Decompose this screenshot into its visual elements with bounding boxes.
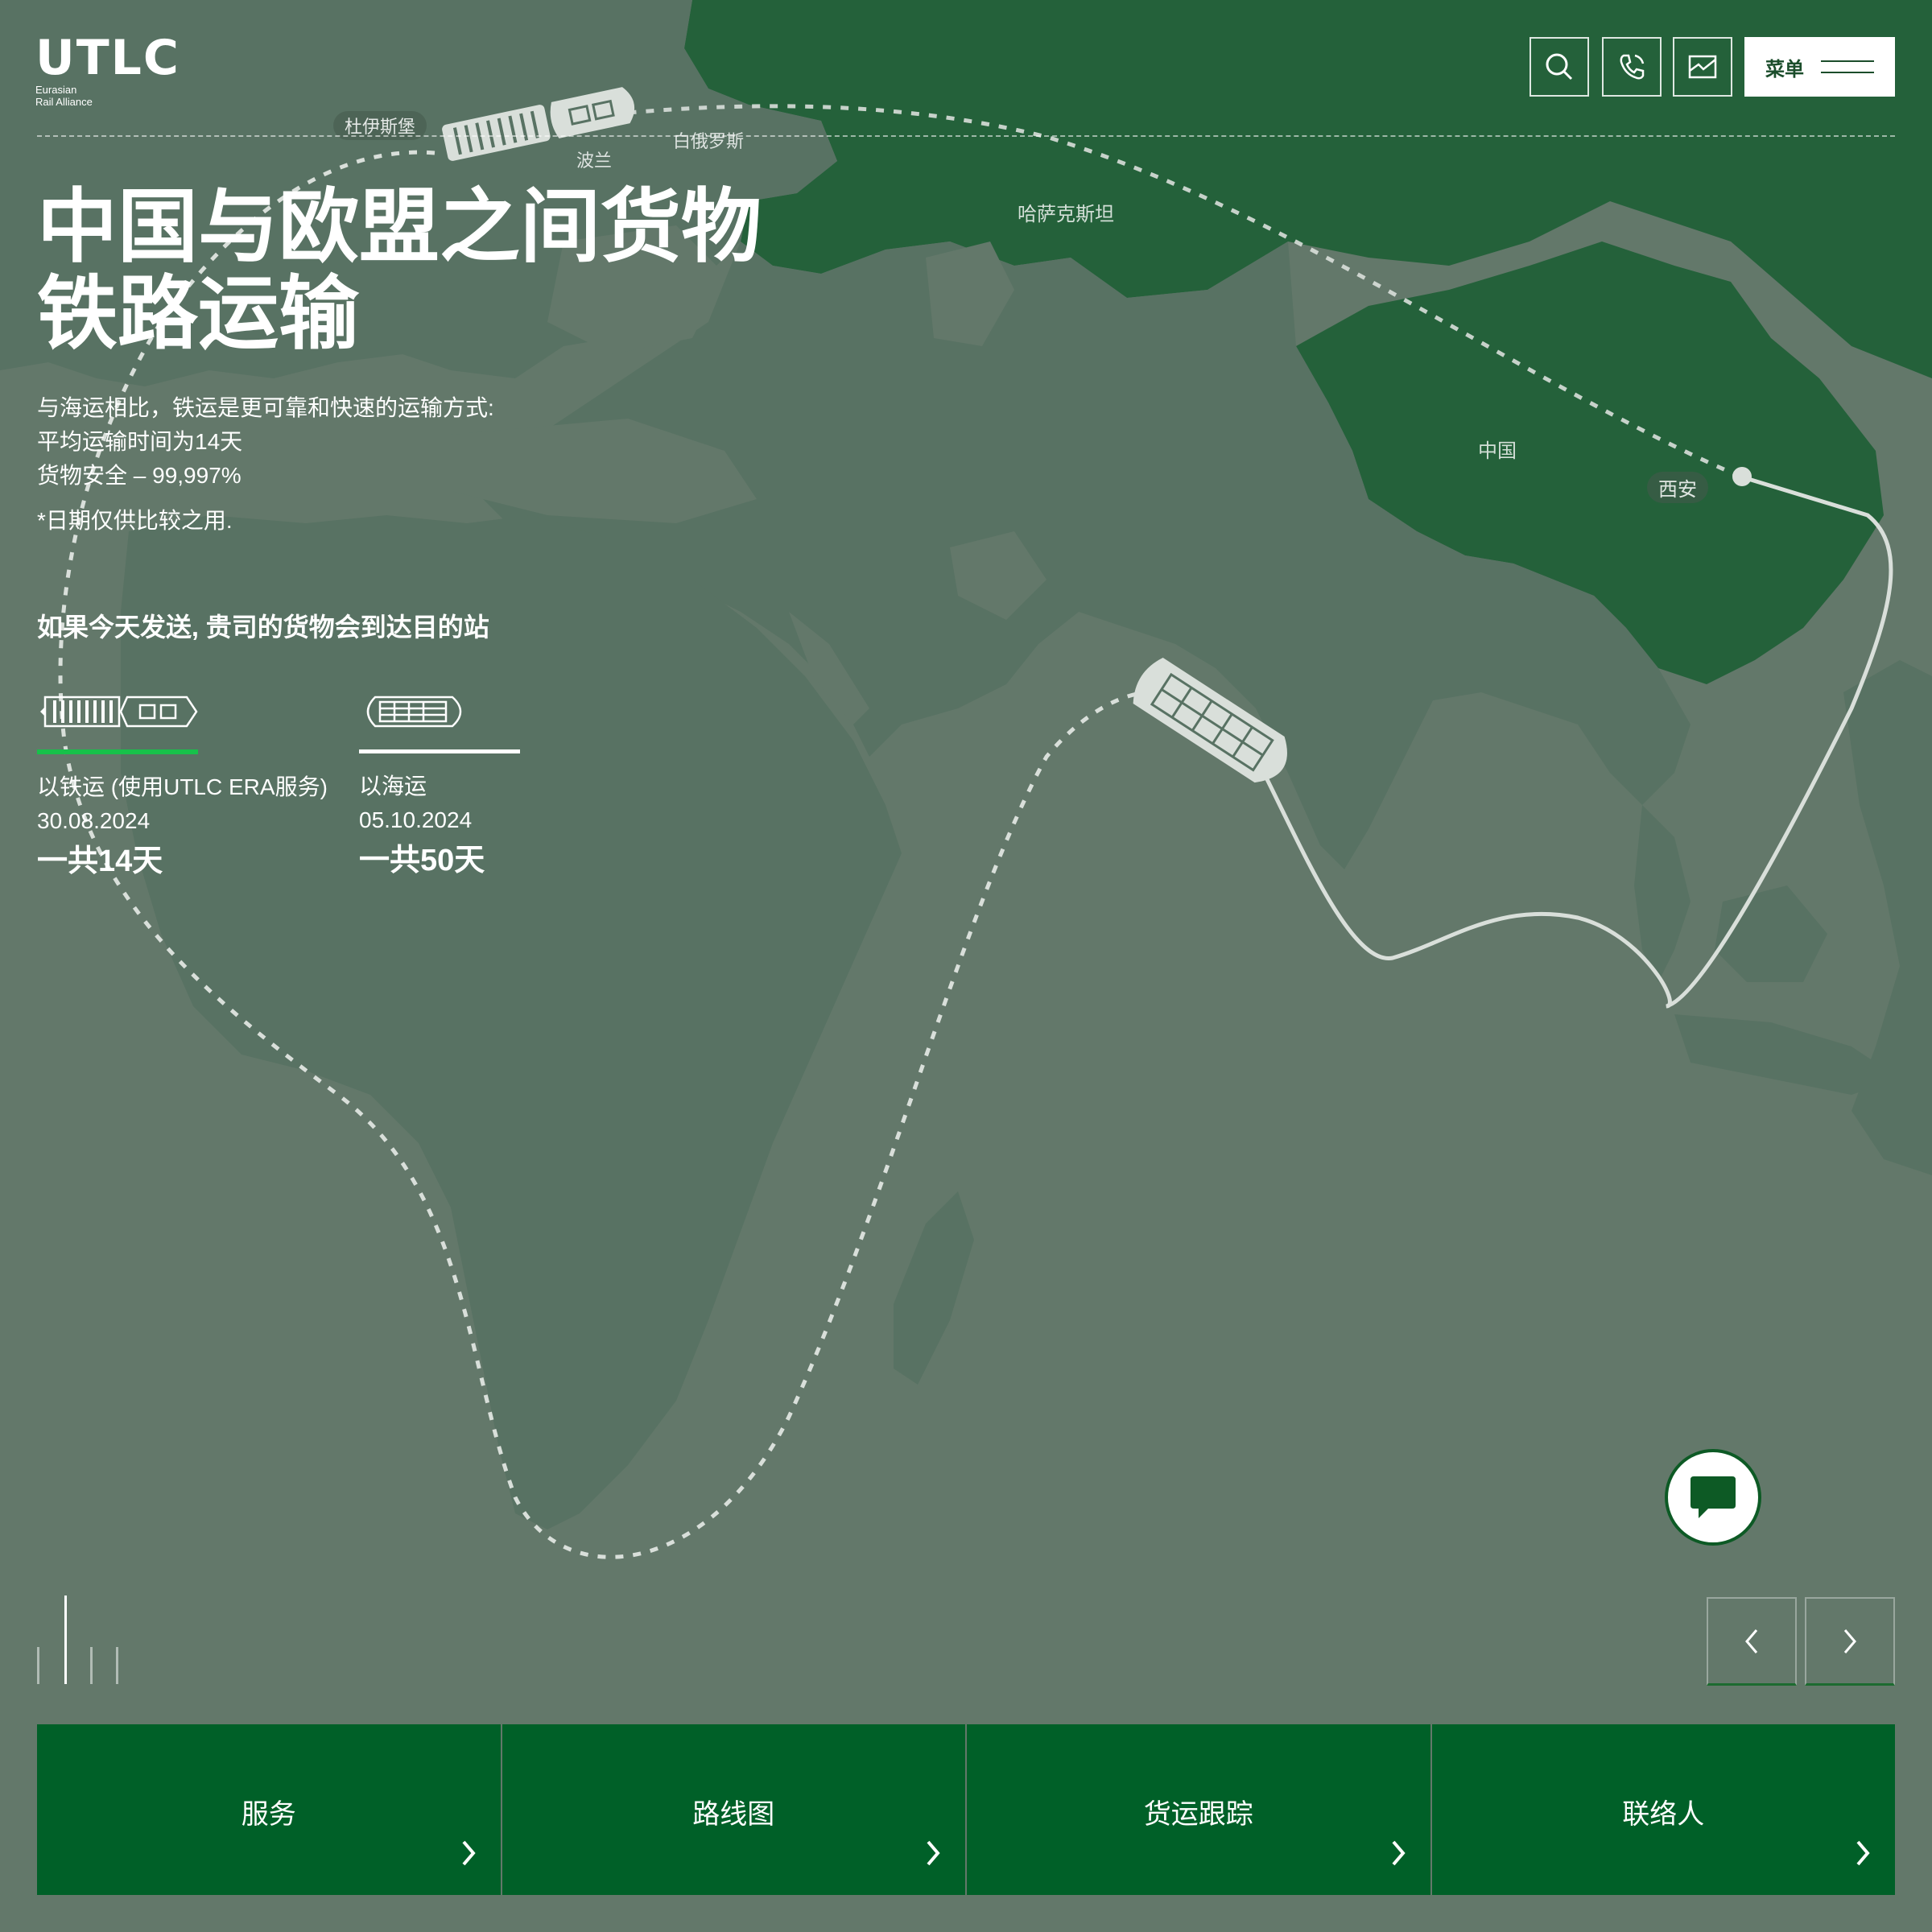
- rail-mode-date: 30.08.2024: [37, 808, 151, 833]
- map-label-xian: 西安: [1647, 472, 1708, 503]
- map-label-kazakhstan: 哈萨克斯坦: [1018, 204, 1114, 225]
- chat-icon: [1690, 1476, 1736, 1518]
- tile-label: 联络人: [1622, 1799, 1705, 1830]
- sea-progress-bar: [359, 749, 520, 753]
- slide-indicators: [37, 1596, 126, 1684]
- map-label-belarus: 白俄罗斯: [673, 131, 745, 151]
- next-slide-button[interactable]: [1805, 1597, 1895, 1686]
- search-button[interactable]: [1530, 37, 1589, 97]
- title-line-2: 铁路运输: [37, 269, 359, 359]
- title-line-1: 中国与欧盟之间货物: [37, 182, 762, 272]
- map-label-china: 中国: [1478, 440, 1517, 462]
- hero-desc-line-3: 货物安全 – 99,997%: [37, 463, 242, 488]
- slide-indicator[interactable]: [116, 1647, 118, 1684]
- tile-contacts[interactable]: 联络人: [1431, 1724, 1895, 1895]
- hero-desc-line-1: 与海运相比，铁运是更可靠和快速的运输方式:: [37, 395, 494, 420]
- rail-mode-total: 一共14天: [37, 844, 163, 878]
- sea-mode-label: 以海运: [359, 774, 427, 799]
- hero-description: 与海运相比，铁运是更可靠和快速的运输方式: 平均运输时间为14天 货物安全 – …: [37, 391, 494, 493]
- comparison-title: 如果今天发送, 贵司的货物会到达目的站: [37, 613, 489, 642]
- slide-indicator[interactable]: [90, 1647, 93, 1684]
- tile-route-map[interactable]: 路线图: [502, 1724, 965, 1895]
- chevron-right-icon: [1843, 1629, 1856, 1653]
- prev-slide-button[interactable]: [1707, 1597, 1797, 1686]
- quick-links: 服务 路线图 货运跟踪 联络人: [37, 1724, 1895, 1895]
- chevron-right-icon: [1856, 1840, 1870, 1866]
- chat-button[interactable]: [1665, 1449, 1761, 1546]
- rail-mode: 以铁运 (使用UTLC ERA服务) 30.08.2024 一共14天: [37, 692, 343, 881]
- hero-note: *日期仅供比较之用.: [37, 508, 233, 533]
- tile-services[interactable]: 服务: [37, 1724, 501, 1895]
- logo-subtitle-line2: Rail Alliance: [35, 96, 93, 108]
- tile-label: 服务: [241, 1799, 296, 1830]
- hamburger-icon: [1821, 60, 1874, 73]
- chevron-right-icon: [461, 1840, 476, 1866]
- ship-icon: [366, 696, 462, 728]
- chevron-right-icon: [1391, 1840, 1406, 1866]
- menu-button[interactable]: 菜单: [1744, 37, 1895, 97]
- logo-mark: UTLC: [35, 30, 180, 86]
- search-icon: [1546, 53, 1573, 80]
- phone-button[interactable]: [1602, 37, 1662, 97]
- phone-icon: [1620, 54, 1645, 80]
- chevron-left-icon: [1745, 1629, 1758, 1653]
- tile-cargo-tracking[interactable]: 货运跟踪: [967, 1724, 1430, 1895]
- xian-dot: [1732, 467, 1752, 486]
- chevron-right-icon: [927, 1840, 940, 1866]
- sea-mode-total: 一共50天: [359, 844, 485, 877]
- slide-indicator[interactable]: [64, 1596, 67, 1684]
- rail-progress-bar: [37, 749, 198, 754]
- header-divider: [37, 135, 1895, 137]
- rail-mode-label: 以铁运 (使用UTLC ERA服务): [37, 774, 328, 799]
- menu-label: 菜单: [1765, 58, 1804, 80]
- tile-label: 路线图: [692, 1799, 775, 1830]
- utlc-logo[interactable]: UTLC Eurasian Rail Alliance: [35, 30, 180, 108]
- train-icon: [40, 696, 198, 728]
- hero-desc-line-2: 平均运输时间为14天: [37, 429, 243, 454]
- page-title: 中国与欧盟之间货物 铁路运输: [37, 184, 810, 357]
- sea-mode-date: 05.10.2024: [359, 807, 473, 832]
- mail-icon: [1688, 55, 1717, 79]
- tile-label: 货运跟踪: [1143, 1799, 1253, 1830]
- map-label-poland: 波兰: [576, 151, 613, 171]
- sea-mode: 以海运 05.10.2024 一共50天: [359, 692, 665, 881]
- slide-indicator[interactable]: [37, 1647, 39, 1684]
- mail-button[interactable]: [1673, 37, 1732, 97]
